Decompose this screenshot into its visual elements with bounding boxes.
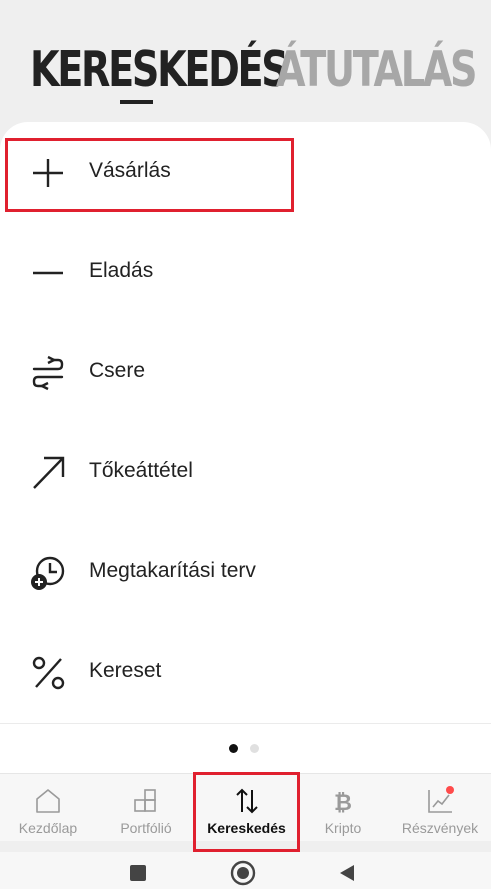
tab-underline [120, 100, 153, 104]
swap-icon [32, 355, 64, 391]
home-button-icon[interactable] [230, 860, 256, 886]
trade-arrows-icon [235, 788, 258, 814]
arrow-up-right-icon [33, 456, 65, 489]
home-icon [36, 789, 60, 813]
menu-item-sell[interactable]: Eladás [0, 222, 491, 322]
menu-item-label: Kereset [89, 659, 162, 682]
menu-item-label: Vásárlás [89, 159, 171, 182]
menu-item-label: Megtakarítási terv [89, 559, 256, 582]
nav-label: Részvények [401, 820, 479, 836]
menu-item-leverage[interactable]: Tőkeáttétel [0, 422, 491, 522]
divider [0, 723, 491, 724]
menu-item-savings-plan[interactable]: Megtakarítási terv [0, 522, 491, 622]
menu-item-label: Eladás [89, 259, 154, 282]
menu-item-buy[interactable]: Vásárlás [0, 122, 491, 222]
menu-item-earn[interactable]: Kereset [0, 622, 491, 722]
plus-icon [33, 159, 63, 187]
tab-atutalas[interactable]: ÁTUTALÁS [276, 40, 477, 100]
nav-label: Kereskedés [207, 820, 286, 836]
back-button-icon[interactable] [336, 862, 358, 884]
menu-item-label: Csere [89, 359, 146, 382]
portfolio-icon [134, 789, 156, 812]
notification-badge [446, 786, 454, 794]
trade-menu-card: Vásárlás Eladás Csere Tőkeáttétel Megtak… [0, 122, 491, 773]
svg-text:₿: ₿ [334, 791, 352, 816]
stocks-chart-icon [428, 786, 454, 813]
nav-label: Portfólió [120, 820, 172, 836]
minus-icon [33, 271, 63, 275]
bottom-nav: Kezdőlap Portfólió Kereskedés ₿ Kripto R [0, 773, 491, 841]
nav-crypto[interactable]: ₿ Kripto [297, 774, 389, 842]
menu-item-swap[interactable]: Csere [0, 322, 491, 422]
page-dot-active[interactable] [229, 744, 238, 753]
system-nav-bar [0, 852, 491, 889]
menu-item-label: Tőkeáttétel [89, 459, 193, 482]
bitcoin-icon: ₿ [334, 791, 352, 816]
recent-apps-icon[interactable] [127, 862, 149, 884]
header: KERESKEDÉS ÁTUTALÁS [0, 0, 491, 122]
nav-home[interactable]: Kezdőlap [0, 774, 96, 842]
nav-portfolio[interactable]: Portfólió [96, 774, 196, 842]
clock-plus-icon [31, 556, 65, 590]
page-dot[interactable] [250, 744, 259, 753]
nav-stocks[interactable]: Részvények [389, 774, 491, 842]
nav-label: Kezdőlap [18, 820, 78, 836]
page-indicator [229, 744, 269, 754]
percent-icon [32, 656, 65, 690]
tab-kereskedes[interactable]: KERESKEDÉS [30, 40, 289, 100]
nav-label: Kripto [324, 820, 362, 836]
nav-trade[interactable]: Kereskedés [196, 774, 297, 842]
